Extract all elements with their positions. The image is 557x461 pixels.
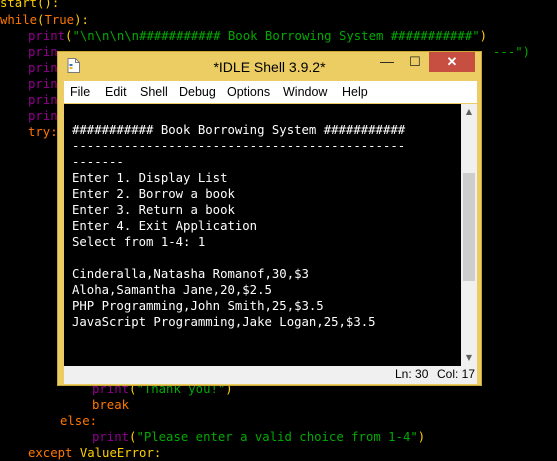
minimize-button[interactable]: — (374, 52, 400, 72)
code-line: prin (28, 61, 58, 75)
code-line: else: (60, 414, 98, 428)
output-line: ------- (72, 155, 124, 169)
code-line: except ValueError: (28, 446, 162, 460)
vertical-scrollbar[interactable]: ▲ ▼ (461, 104, 477, 366)
output-line: Select from 1-4: 1 (72, 235, 206, 249)
menu-window[interactable]: Window (283, 85, 327, 99)
code-line: prin (28, 109, 58, 123)
column-number: Col: 17 (437, 367, 476, 381)
output-line: Aloha,Samantha Jane,20,$2.5 (72, 283, 272, 297)
output-line: Enter 3. Return a book (72, 203, 235, 217)
menu-bar: File Edit Shell Debug Options Window Hel… (64, 81, 477, 103)
output-line: JavaScript Programming,Jake Logan,25,$3.… (72, 315, 376, 329)
menu-debug[interactable]: Debug (179, 85, 216, 99)
code-line: while(True): (0, 13, 89, 27)
menu-shell[interactable]: Shell (140, 85, 168, 99)
close-button[interactable]: ✕ (429, 52, 475, 72)
scrollbar-thumb[interactable] (463, 173, 475, 281)
code-line: break (92, 398, 130, 412)
scroll-down-icon[interactable]: ▼ (461, 350, 477, 366)
code-line: prin (28, 77, 58, 91)
maximize-button[interactable]: ☐ (402, 52, 428, 72)
title-bar[interactable]: *IDLE Shell 3.9.2* — ☐ ✕ (58, 52, 481, 80)
menu-help[interactable]: Help (342, 85, 368, 99)
code-line-tail: ---") (493, 45, 531, 59)
code-line: start(): (0, 0, 60, 10)
code-line: prin (28, 45, 58, 59)
output-line: ########### Book Borrowing System ######… (72, 123, 406, 137)
output-line: Enter 1. Display List (72, 171, 228, 185)
output-line: Enter 2. Borrow a book (72, 187, 235, 201)
output-line: Enter 4. Exit Application (72, 219, 258, 233)
code-line: print("Please enter a valid choice from … (92, 430, 426, 444)
idle-shell-window[interactable]: *IDLE Shell 3.9.2* — ☐ ✕ File Edit Shell… (57, 51, 482, 386)
output-line: PHP Programming,John Smith,25,$3.5 (72, 299, 324, 313)
output-line: Cinderalla,Natasha Romanof,30,$3 (72, 267, 309, 281)
menu-file[interactable]: File (70, 85, 90, 99)
scroll-up-icon[interactable]: ▲ (461, 104, 477, 120)
status-bar: Ln: 30 Col: 17 (64, 366, 477, 384)
code-line: prin (28, 93, 58, 107)
menu-options[interactable]: Options (227, 85, 270, 99)
code-line: print("\n\n\n\n########### Book Borrowin… (28, 29, 488, 43)
output-line: ----------------------------------------… (72, 139, 406, 153)
line-number: Ln: 30 (395, 367, 429, 381)
code-line: try: (28, 125, 58, 139)
menu-edit[interactable]: Edit (105, 85, 127, 99)
shell-output-area[interactable]: ########### Book Borrowing System ######… (64, 104, 461, 366)
